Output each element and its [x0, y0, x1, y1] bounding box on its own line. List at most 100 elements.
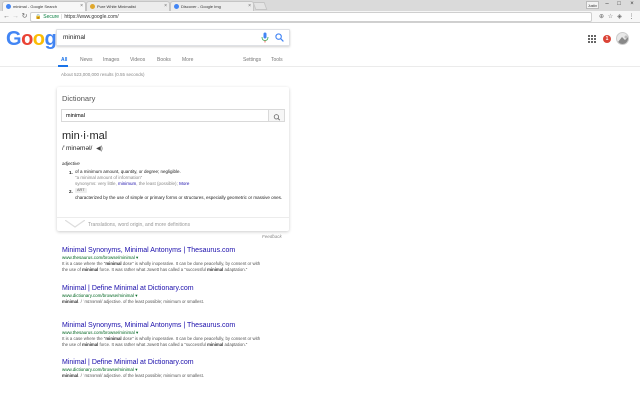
tab-all[interactable]: All: [61, 56, 67, 64]
account-avatar[interactable]: [616, 32, 629, 45]
tab-tools[interactable]: Tools: [271, 56, 283, 64]
snippet-text: the use of: [62, 267, 83, 272]
snippet-text: dose" is wholly inoperative. It can be d…: [121, 261, 261, 266]
dictionary-phonetic: /ˈminəməl/ ◀): [62, 145, 103, 152]
more-definitions-label: Translations, word origin, and more defi…: [88, 222, 191, 228]
apps-grid-icon[interactable]: [588, 35, 596, 43]
snippet-text: dose" is wholly inoperative. It can be d…: [121, 336, 261, 341]
snippet-highlight: minimal: [82, 342, 99, 347]
google-favicon-icon: [6, 4, 11, 9]
address-url: https://www.google.com/: [64, 14, 119, 20]
close-window-icon[interactable]: ×: [627, 0, 637, 9]
chevron-down-icon: [65, 220, 85, 228]
part-of-speech: adjective: [62, 161, 80, 166]
snippet-text: force. It was rather what Jowett has cal…: [98, 267, 208, 272]
result-stats: About 523,000,000 results (0.55 seconds): [61, 72, 145, 77]
reload-icon[interactable]: ↻: [20, 12, 29, 22]
snippet-highlight: minimal: [207, 342, 224, 347]
maximize-icon[interactable]: □: [614, 0, 624, 9]
forward-arrow-icon[interactable]: →: [11, 12, 20, 22]
synonym-link-minimum[interactable]: minimum: [118, 181, 136, 186]
lock-icon: 🔒: [35, 14, 42, 20]
result-title-link[interactable]: Minimal Synonyms, Minimal Antonyms | The…: [62, 246, 312, 255]
snippet-text: . / ˈmɪnəməl/ adjective. of the least po…: [78, 299, 204, 304]
result-snippet: minimal. / ˈmɪnəməl/ adjective. of the l…: [62, 299, 298, 305]
minimize-icon[interactable]: –: [602, 0, 612, 9]
tab-images[interactable]: Images: [103, 56, 119, 64]
logo-letter: o: [21, 28, 33, 50]
snippet-text: the use of: [62, 342, 83, 347]
notifications-badge[interactable]: 1: [603, 35, 611, 43]
google-favicon-icon: [174, 4, 179, 9]
synonyms-more-link[interactable]: More: [179, 181, 189, 186]
speaker-icon[interactable]: ◀): [96, 146, 103, 152]
tab-settings[interactable]: Settings: [243, 56, 261, 64]
result-title-link[interactable]: Minimal Synonyms, Minimal Antonyms | The…: [62, 321, 312, 330]
search-result: Minimal | Define Minimal at Dictionary.c…: [62, 358, 312, 379]
menu-dots-icon[interactable]: ⋮: [627, 12, 636, 22]
close-tab-icon[interactable]: ×: [164, 2, 167, 11]
result-url-text: www.thesaurus.com/browse/minimal: [62, 255, 135, 260]
url-dropdown-icon[interactable]: ▾: [135, 293, 137, 298]
url-dropdown-icon[interactable]: ▾: [135, 367, 137, 372]
dictionary-word: min·i·mal: [62, 130, 108, 142]
logo-letter: g: [44, 28, 57, 50]
dictionary-search-input[interactable]: [66, 110, 266, 121]
search-box: [56, 29, 290, 46]
secure-label: Secure: [43, 14, 60, 20]
snippet-highlight: minimal: [207, 267, 224, 272]
result-snippet: It is a case where the "minimal dose" is…: [62, 261, 298, 273]
search-result: Minimal | Define Minimal at Dictionary.c…: [62, 284, 312, 305]
snippet-text: adaptation.": [223, 267, 248, 272]
profile-button[interactable]: Justin: [586, 1, 599, 9]
search-icon: [273, 114, 281, 121]
microphone-icon[interactable]: [261, 32, 269, 43]
snippet-text: . / ˈmɪnəməl/ adjective. of the least po…: [78, 373, 204, 378]
phonetic-text: /ˈminəməl/: [62, 145, 93, 152]
snippet-highlight: minimal: [105, 261, 122, 266]
dictionary-search-box: [61, 109, 285, 122]
snippet-highlight: minimal: [82, 267, 99, 272]
back-arrow-icon[interactable]: ←: [2, 12, 11, 22]
search-input[interactable]: [63, 30, 253, 45]
tab-books[interactable]: Books: [157, 56, 171, 64]
search-result: Minimal Synonyms, Minimal Antonyms | The…: [62, 246, 312, 273]
tab-videos[interactable]: Videos: [130, 56, 145, 64]
dictionary-search-button[interactable]: [268, 110, 284, 121]
address-bar[interactable]: 🔒 Secure | https://www.google.com/: [30, 12, 592, 22]
extension-icon[interactable]: ◈: [615, 12, 624, 22]
snippet-text: adaptation.": [223, 342, 248, 347]
zoom-icon[interactable]: ⊕: [597, 12, 606, 22]
browser-tab-discover[interactable]: Discover - Google Img ×: [170, 1, 254, 11]
tab-title: minimal - Google Search: [13, 4, 58, 9]
search-icon[interactable]: [275, 33, 284, 42]
definition-number: 1.: [69, 170, 73, 175]
active-tab-indicator: [58, 65, 68, 67]
result-title-link[interactable]: Minimal | Define Minimal at Dictionary.c…: [62, 284, 312, 293]
new-tab-button[interactable]: [252, 2, 268, 10]
url-dropdown-icon[interactable]: ▾: [136, 255, 138, 260]
definition-text: characterized by the use of simple or pr…: [75, 195, 283, 200]
result-snippet: It is a case where the "minimal dose" is…: [62, 336, 298, 348]
close-tab-icon[interactable]: ×: [248, 2, 251, 11]
url-dropdown-icon[interactable]: ▾: [136, 330, 138, 335]
close-tab-icon[interactable]: ×: [80, 2, 83, 11]
more-definitions-button[interactable]: Translations, word origin, and more defi…: [57, 217, 289, 231]
feedback-link[interactable]: Feedback: [262, 234, 282, 239]
logo-letter: o: [32, 28, 45, 50]
result-title-link[interactable]: Minimal | Define Minimal at Dictionary.c…: [62, 358, 312, 367]
synonyms-prefix: synonyms: very little,: [75, 181, 119, 186]
browser-tab-search[interactable]: minimal - Google Search ×: [2, 1, 86, 11]
browser-tab-wallpaper[interactable]: Pure White Minimalist ×: [86, 1, 170, 11]
tab-news[interactable]: News: [80, 56, 93, 64]
tab-more[interactable]: More: [182, 56, 193, 64]
search-result: Minimal Synonyms, Minimal Antonyms | The…: [62, 321, 312, 348]
snippet-highlight: minimal: [62, 299, 79, 304]
snippet-highlight: minimal: [62, 373, 79, 378]
snippet-text: It is a case where the ": [62, 336, 106, 341]
snippet-text: force. It was rather what Jowett has cal…: [98, 342, 208, 347]
bookmark-star-icon[interactable]: ☆: [606, 12, 615, 22]
snippet-highlight: minimal: [105, 336, 122, 341]
browser-toolbar: ← → ↻ 🔒 Secure | https://www.google.com/ ⊕ …: [0, 11, 640, 23]
tab-title: Discover - Google Img: [181, 4, 221, 9]
